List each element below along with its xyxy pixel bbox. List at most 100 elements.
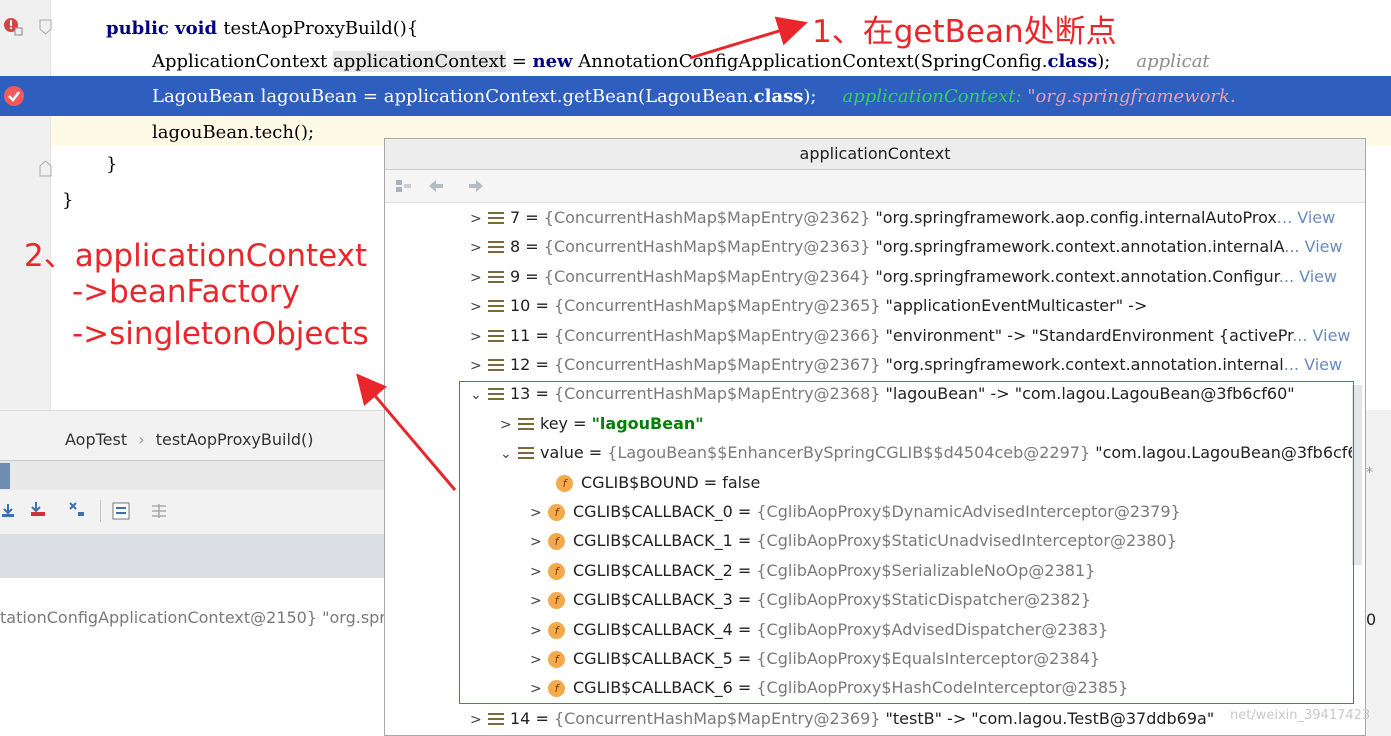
map-entry-icon: [488, 212, 504, 224]
right-side-value: 0: [1366, 610, 1377, 629]
expand-arrow-icon[interactable]: >: [470, 323, 488, 350]
code-text: );: [1097, 51, 1111, 72]
map-entry-row[interactable]: >12 = {ConcurrentHashMap$MapEntry@2367} …: [470, 350, 1352, 379]
entry-value: "org.springframework.context.annotation.…: [875, 237, 1285, 257]
expand-arrow-icon[interactable]: >: [470, 205, 488, 232]
code-text: ApplicationContext: [152, 51, 333, 72]
method-breakpoint-icon[interactable]: [2, 16, 24, 38]
equals-sign: =: [520, 208, 544, 227]
trace-icon[interactable]: [150, 502, 168, 520]
fold-marker-icon[interactable]: [38, 18, 54, 36]
keyword-class: class: [1047, 51, 1098, 72]
annotation-note-2-line-2: ->beanFactory: [72, 274, 300, 310]
map-entry-icon: [488, 712, 504, 725]
keyword-new: new: [532, 51, 573, 72]
entry-index: 12: [510, 355, 531, 374]
breadcrumb: AopTest › testAopProxyBuild(): [65, 430, 314, 449]
entry-value: "environment" -> "StandardEnvironment {a…: [885, 325, 1293, 345]
entry-ref: {ConcurrentHashMap$MapEntry@2366}: [553, 325, 881, 345]
debug-tab-indicator[interactable]: [0, 463, 10, 489]
code-line-getbean[interactable]: LagouBean lagouBean = applicationContext…: [152, 82, 1236, 111]
view-link: ... View: [1284, 237, 1343, 257]
code-text: );: [803, 86, 817, 107]
step-out-icon[interactable]: [66, 500, 88, 520]
equals-sign: =: [530, 355, 554, 374]
frames-header: [0, 534, 384, 578]
entry-ref: {ConcurrentHashMap$MapEntry@2365}: [553, 296, 881, 316]
map-entry-row[interactable]: >10 = {ConcurrentHashMap$MapEntry@2365} …: [470, 291, 1352, 320]
keyword: public void: [106, 18, 224, 39]
toolbar-separator: [100, 500, 101, 522]
expand-arrow-icon[interactable]: >: [470, 352, 488, 379]
code-line-tech-call[interactable]: lagouBean.tech();: [152, 118, 314, 147]
fold-end-marker-icon[interactable]: [38, 150, 54, 180]
equals-sign: =: [530, 325, 554, 345]
highlighted-identifier: applicationContext: [332, 51, 506, 72]
breakpoint-icon[interactable]: [2, 84, 28, 108]
breadcrumb-separator: ›: [138, 430, 145, 449]
entry-value: "testB" -> "com.lagou.TestB@37ddb69a": [885, 708, 1215, 728]
variables-panel: tationConfigApplicationContext@2150} "or…: [0, 578, 386, 736]
gutter-divider: [50, 0, 51, 410]
map-entry-row[interactable]: >9 = {ConcurrentHashMap$MapEntry@2364} "…: [470, 262, 1352, 291]
expand-arrow-icon[interactable]: >: [470, 706, 488, 733]
expand-arrow-icon[interactable]: >: [470, 293, 488, 320]
expand-arrow-icon[interactable]: >: [470, 234, 488, 261]
map-entry-icon: [488, 359, 504, 371]
map-entry-icon: [488, 270, 504, 283]
entry-index: 11: [510, 325, 531, 345]
entry-ref: {ConcurrentHashMap$MapEntry@2363}: [543, 237, 871, 257]
code-line-context-init[interactable]: ApplicationContext applicationContext = …: [152, 47, 1210, 76]
entry-index: 8: [510, 237, 521, 257]
right-side-mark: *: [1366, 465, 1373, 481]
map-entry-row[interactable]: >8 = {ConcurrentHashMap$MapEntry@2363} "…: [470, 232, 1352, 261]
view-link: ... View: [1276, 208, 1336, 227]
view-link: ... View: [1292, 325, 1351, 345]
annotation-note-1: 1、在getBean处断点: [812, 14, 1117, 50]
entry-index: 7: [510, 208, 521, 227]
entry-ref: {ConcurrentHashMap$MapEntry@2367}: [553, 355, 881, 374]
view-link: ... View: [1283, 355, 1343, 374]
entry-index: 10: [510, 296, 531, 316]
code-text: AnnotationConfigApplicationContext(Sprin…: [572, 51, 1048, 72]
entry-value: "org.springframework.aop.config.internal…: [875, 208, 1277, 227]
variable-ref-text: tationConfigApplicationContext@2150} "or…: [0, 608, 386, 627]
map-entry-row[interactable]: >7 = {ConcurrentHashMap$MapEntry@2362} "…: [470, 203, 1352, 232]
step-into-icon[interactable]: [0, 502, 16, 520]
code-text: =: [505, 51, 533, 72]
entry-value: "org.springframework.context.annotation.…: [875, 266, 1279, 286]
map-entry-row[interactable]: >14 = {ConcurrentHashMap$MapEntry@2369} …: [470, 704, 1352, 733]
code-line-close-method[interactable]: }: [106, 150, 117, 179]
editor-gutter[interactable]: [0, 0, 50, 410]
breadcrumb-class[interactable]: AopTest: [65, 430, 127, 449]
entry-value: "org.springframework.context.annotation.…: [885, 355, 1284, 374]
inline-debug-hint-label: applicationContext:: [842, 86, 1028, 107]
watermark: net/weixin_39417423: [1230, 708, 1371, 723]
view-link: ... View: [1278, 266, 1338, 286]
entry-index: 9: [510, 266, 521, 286]
expand-arrow-icon[interactable]: >: [470, 264, 488, 291]
equals-sign: =: [520, 237, 544, 257]
inline-debug-hint-value: "org.springframework.: [1027, 86, 1236, 107]
code-text: lagouBean.tech();: [152, 122, 315, 143]
map-entry-icon: [488, 241, 504, 254]
back-arrow-icon[interactable]: [427, 178, 445, 194]
force-step-into-icon[interactable]: [28, 500, 50, 520]
code-line-method-declaration[interactable]: public void testAopProxyBuild(){: [106, 14, 418, 43]
tree-view-icon[interactable]: [395, 178, 413, 194]
entry-value: "applicationEventMulticaster" ->: [885, 296, 1148, 316]
evaluate-expression-icon[interactable]: [112, 502, 130, 520]
forward-arrow-icon[interactable]: [467, 178, 485, 194]
entry-ref: {ConcurrentHashMap$MapEntry@2364}: [543, 266, 871, 286]
annotation-note-2-line-1: 2、applicationContext: [24, 238, 368, 274]
right-side-panel: 0 *: [1366, 410, 1391, 736]
map-entry-row[interactable]: >11 = {ConcurrentHashMap$MapEntry@2366} …: [470, 321, 1352, 350]
popup-title[interactable]: applicationContext: [385, 139, 1365, 170]
variable-row-partial[interactable]: tationConfigApplicationContext@2150} "or…: [0, 608, 386, 627]
equals-sign: =: [520, 266, 544, 286]
breadcrumb-method[interactable]: testAopProxyBuild(): [156, 430, 314, 449]
code-line-close-class[interactable]: }: [62, 186, 73, 215]
popup-toolbar: [385, 170, 1365, 203]
debug-toolbar: [0, 490, 384, 534]
map-entry-icon: [488, 300, 504, 313]
